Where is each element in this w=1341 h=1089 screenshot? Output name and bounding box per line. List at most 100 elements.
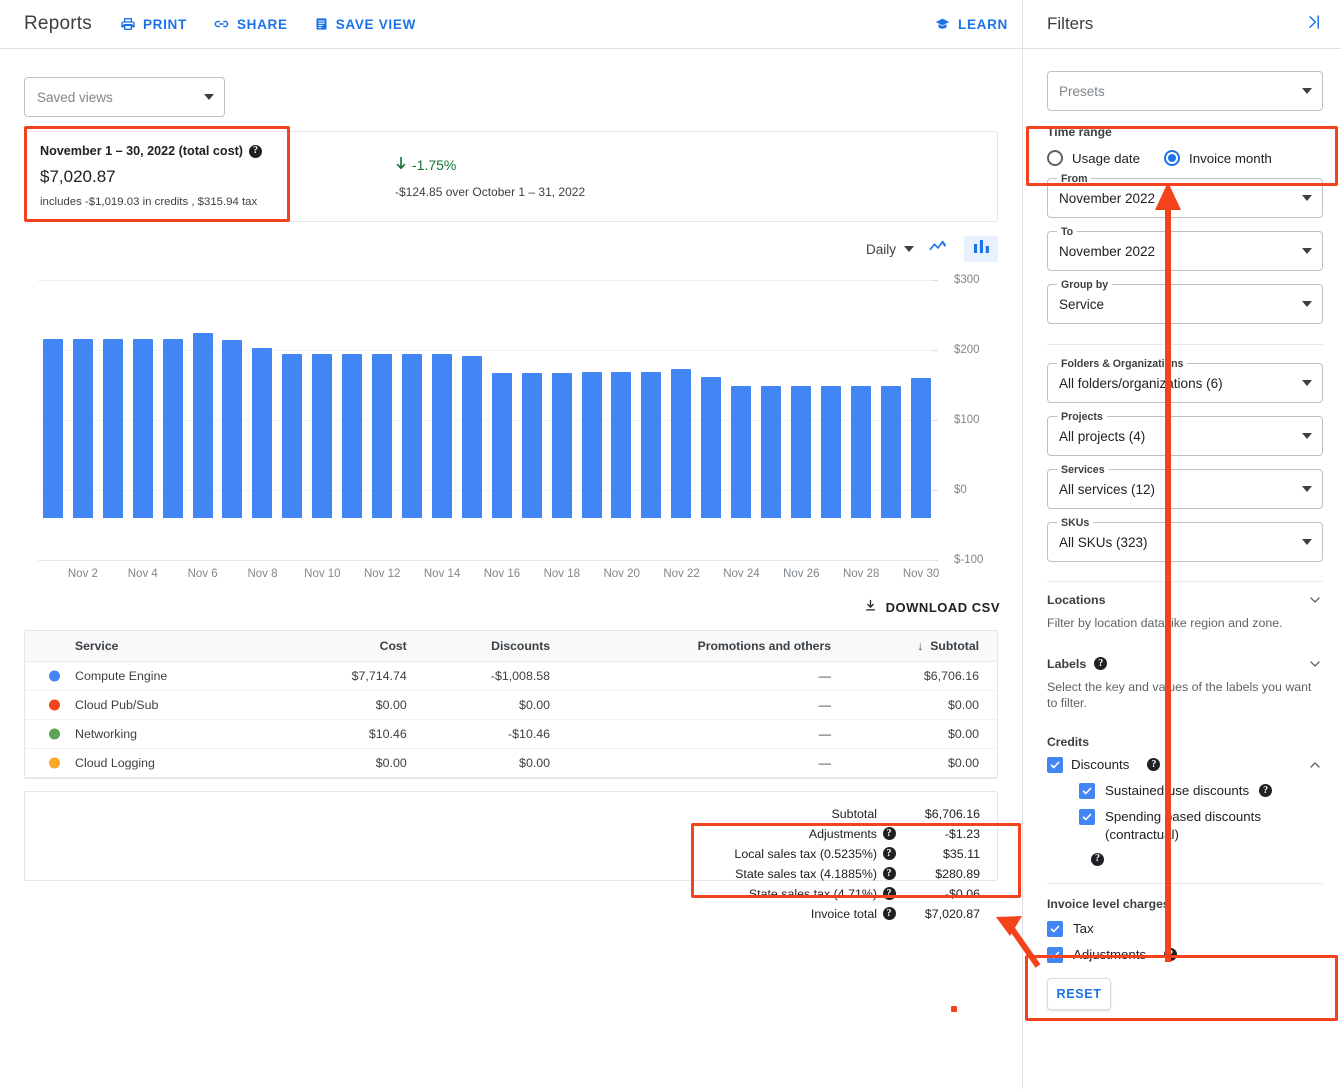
- bar[interactable]: [581, 372, 602, 518]
- bar-slot[interactable]: [666, 308, 696, 518]
- share-button[interactable]: SHARE: [213, 16, 288, 32]
- download-csv-button[interactable]: DOWNLOAD CSV: [863, 598, 1000, 616]
- discounts-row[interactable]: Discounts ?: [1047, 756, 1323, 774]
- collapse-panel-right-icon[interactable]: [1303, 13, 1323, 36]
- table-row[interactable]: Compute Engine $7,714.74 -$1,008.58— $6,706…: [25, 661, 997, 691]
- bar-slot[interactable]: [577, 308, 607, 518]
- bar[interactable]: [72, 338, 93, 518]
- bar-slot[interactable]: [876, 308, 906, 518]
- help-icon[interactable]: ?: [1147, 758, 1161, 772]
- bar-slot[interactable]: [158, 308, 188, 518]
- table-row[interactable]: Cloud Pub/Sub $0.00 $0.00— $0.00: [25, 690, 997, 720]
- column-header-subtotal[interactable]: ↓ Subtotal: [848, 631, 997, 662]
- bar[interactable]: [342, 354, 363, 518]
- bar[interactable]: [461, 356, 482, 518]
- column-header-discounts[interactable]: Discounts: [424, 631, 569, 662]
- bar-slot[interactable]: [906, 308, 936, 518]
- line-chart-toggle[interactable]: [922, 236, 956, 262]
- bar[interactable]: [910, 378, 931, 518]
- spending-based-discounts-checkbox[interactable]: Spending based discounts (contractual): [1079, 808, 1323, 843]
- bar-slot[interactable]: [696, 308, 726, 518]
- bar[interactable]: [521, 373, 542, 518]
- bar-slot[interactable]: [397, 308, 427, 518]
- bar[interactable]: [491, 373, 512, 518]
- bar-slot[interactable]: [188, 308, 218, 518]
- services-dropdown[interactable]: Services All services (12): [1047, 464, 1323, 509]
- bar[interactable]: [671, 368, 692, 518]
- bar[interactable]: [791, 385, 811, 518]
- bar[interactable]: [372, 354, 393, 518]
- help-icon[interactable]: ?: [1259, 784, 1273, 798]
- tax-checkbox[interactable]: Tax: [1047, 920, 1323, 938]
- column-header-cost[interactable]: Cost: [289, 631, 425, 662]
- bar-slot[interactable]: [367, 308, 397, 518]
- bar[interactable]: [820, 385, 841, 518]
- table-row[interactable]: Networking $10.46 -$10.46— $0.00: [25, 719, 997, 749]
- radio-usage-date[interactable]: Usage date: [1047, 150, 1140, 166]
- bar[interactable]: [431, 354, 452, 518]
- labels-section-toggle[interactable]: Labels ?: [1047, 656, 1323, 672]
- bar[interactable]: [850, 385, 871, 518]
- save-view-button[interactable]: SAVE VIEW: [314, 16, 416, 32]
- adjustments-checkbox[interactable]: Adjustments ?: [1047, 946, 1323, 964]
- group-by-dropdown[interactable]: Group by Service: [1047, 279, 1323, 324]
- help-icon[interactable]: ?: [882, 827, 896, 840]
- bar-slot[interactable]: [38, 308, 68, 518]
- help-icon[interactable]: ?: [248, 144, 262, 158]
- bar[interactable]: [761, 385, 782, 518]
- bar-slot[interactable]: [547, 308, 577, 518]
- granularity-dropdown[interactable]: Daily: [866, 242, 914, 257]
- help-icon[interactable]: ?: [882, 867, 896, 880]
- bar[interactable]: [731, 385, 752, 518]
- bar-slot[interactable]: [487, 308, 517, 518]
- reset-filters-button[interactable]: RESET: [1047, 977, 1111, 1010]
- help-icon[interactable]: ?: [882, 907, 896, 920]
- bar[interactable]: [402, 354, 423, 518]
- from-month-dropdown[interactable]: From November 2022: [1047, 173, 1323, 218]
- column-header-promotions[interactable]: Promotions and others: [568, 631, 849, 662]
- bar-slot[interactable]: [128, 308, 158, 518]
- bar-slot[interactable]: [247, 308, 277, 518]
- bar[interactable]: [222, 339, 243, 518]
- learn-button[interactable]: LEARN: [934, 16, 1008, 32]
- bar[interactable]: [102, 338, 123, 518]
- bar-slot[interactable]: [786, 308, 816, 518]
- help-icon[interactable]: ?: [1094, 657, 1108, 671]
- bar-slot[interactable]: [68, 308, 98, 518]
- bar[interactable]: [312, 354, 333, 518]
- bar-slot[interactable]: [277, 308, 307, 518]
- presets-dropdown[interactable]: Presets: [1047, 71, 1323, 111]
- bar[interactable]: [701, 377, 722, 518]
- bar-slot[interactable]: [218, 308, 248, 518]
- sustained-use-discounts-checkbox[interactable]: Sustained use discounts ?: [1079, 782, 1323, 800]
- bar[interactable]: [42, 338, 63, 518]
- bar-slot[interactable]: [517, 308, 547, 518]
- bar-slot[interactable]: [607, 308, 637, 518]
- bar-slot[interactable]: [337, 308, 367, 518]
- folders-organizations-dropdown[interactable]: Folders & Organizations All folders/orga…: [1047, 358, 1323, 403]
- bar[interactable]: [611, 372, 632, 518]
- bar-slot[interactable]: [636, 308, 666, 518]
- bar[interactable]: [282, 354, 303, 518]
- bar[interactable]: [880, 385, 901, 518]
- projects-dropdown[interactable]: Projects All projects (4): [1047, 411, 1323, 456]
- bar-slot[interactable]: [98, 308, 128, 518]
- bar[interactable]: [641, 372, 662, 518]
- bar-slot[interactable]: [457, 308, 487, 518]
- bar[interactable]: [252, 347, 273, 518]
- print-button[interactable]: PRINT: [120, 16, 187, 32]
- help-icon[interactable]: ?: [882, 847, 896, 860]
- bar-slot[interactable]: [427, 308, 457, 518]
- bar-slot[interactable]: [846, 308, 876, 518]
- bar[interactable]: [551, 373, 572, 518]
- bar-slot[interactable]: [726, 308, 756, 518]
- saved-views-dropdown[interactable]: Saved views: [24, 77, 225, 117]
- skus-dropdown[interactable]: SKUs All SKUs (323): [1047, 517, 1323, 562]
- locations-section-toggle[interactable]: Locations: [1047, 592, 1323, 608]
- checkbox-checked-icon[interactable]: [1047, 757, 1063, 774]
- bar-slot[interactable]: [756, 308, 786, 518]
- bar-chart-toggle[interactable]: [964, 236, 998, 262]
- table-row[interactable]: Cloud Logging $0.00 $0.00— $0.00: [25, 748, 997, 778]
- help-icon[interactable]: ?: [1091, 852, 1104, 866]
- column-header-service[interactable]: Service: [25, 631, 290, 662]
